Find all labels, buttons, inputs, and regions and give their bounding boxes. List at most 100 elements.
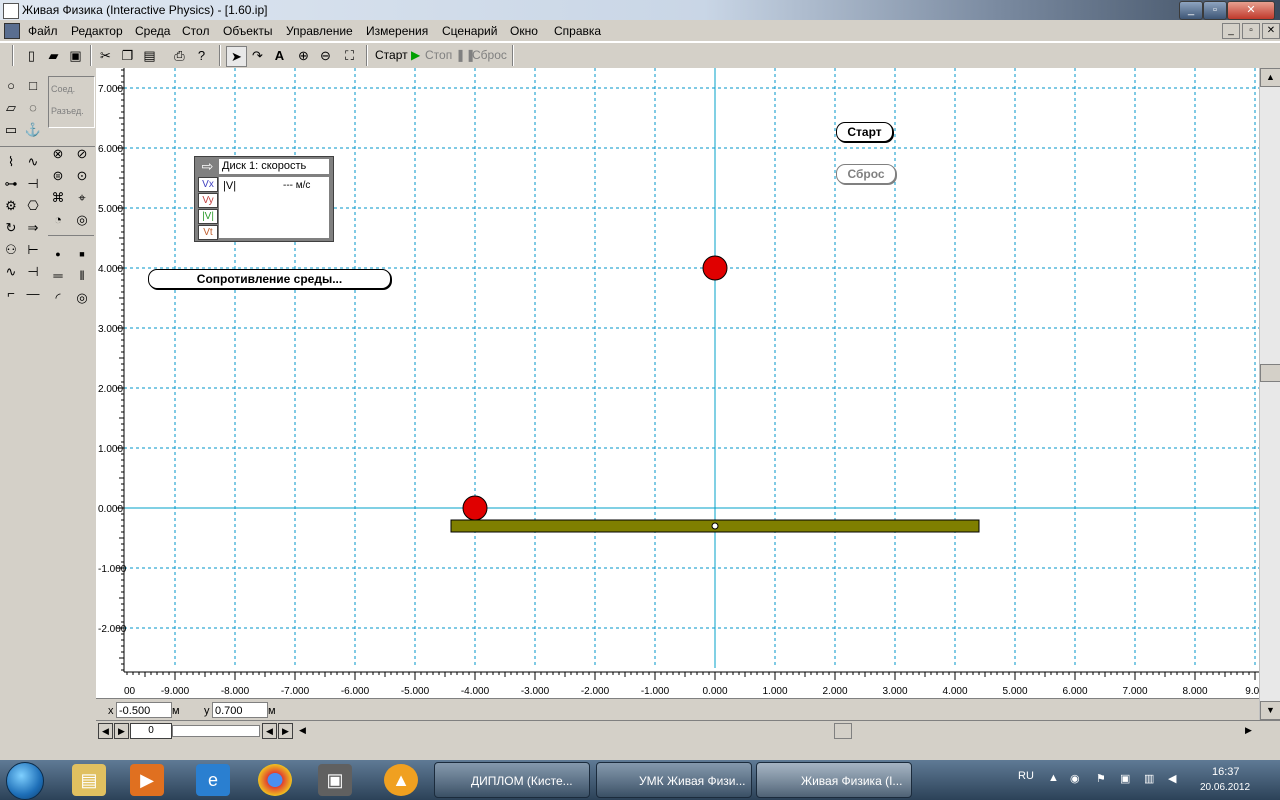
scroll-down-button[interactable]: ▼: [1260, 701, 1280, 720]
polygon-tool-icon[interactable]: ▱: [1, 98, 21, 118]
cut-icon[interactable]: ✂: [96, 46, 115, 65]
vertical-scroll-thumb[interactable]: [1260, 364, 1280, 382]
rigid-joint-tool-icon[interactable]: ⊙: [72, 166, 92, 186]
meter-channel-vx[interactable]: Vx: [198, 177, 218, 192]
frame-counter[interactable]: 0: [130, 723, 172, 739]
step-back-icon[interactable]: ◀: [262, 723, 277, 739]
language-indicator[interactable]: RU: [1018, 770, 1034, 782]
start-run-button[interactable]: Старт ▶: [375, 48, 420, 62]
task-word-document[interactable]: ДИПЛОМ (Кисте...: [434, 762, 590, 798]
actuator-tool-icon[interactable]: ⚇: [1, 240, 21, 260]
vertical-slot-tool-icon[interactable]: ‖: [72, 266, 92, 286]
text-tool-icon[interactable]: A: [270, 46, 289, 65]
separator-tool-icon[interactable]: ⊢: [23, 240, 43, 260]
meter-channel-vy[interactable]: Vy: [198, 193, 218, 208]
canvas-reset-button[interactable]: Сброс: [836, 164, 896, 184]
zoom-in-icon[interactable]: ⊕: [294, 46, 313, 65]
menu-table[interactable]: Стол: [182, 24, 209, 38]
step-forward-icon[interactable]: ▶: [114, 723, 129, 739]
task-umk-physics[interactable]: УМК Живая Физи...: [596, 762, 752, 798]
menu-objects[interactable]: Объекты: [223, 24, 273, 38]
y-coord-field[interactable]: 0.700: [212, 702, 268, 718]
meter-channel-vabs[interactable]: |V|: [198, 209, 218, 224]
rectangle-tool-icon[interactable]: □: [23, 76, 43, 96]
pulley-tool-icon[interactable]: ⊣: [23, 174, 43, 194]
gear-icon[interactable]: ⚙: [1, 196, 21, 216]
target-tool-icon[interactable]: ◎: [72, 210, 92, 230]
chrome-icon[interactable]: [258, 764, 292, 796]
zoom-out-icon[interactable]: ⊖: [316, 46, 335, 65]
pin-element-tool-icon[interactable]: ⊘: [72, 144, 92, 164]
disk-top[interactable]: [702, 255, 728, 281]
clock-time[interactable]: 16:37: [1212, 766, 1240, 778]
rope-tool-icon[interactable]: ⊶: [1, 174, 21, 194]
velocity-meter[interactable]: ⇨ Диск 1: скорость Vx Vy |V| Vt |V| --- …: [194, 156, 334, 242]
curved-body-tool-icon[interactable]: ◌: [23, 98, 43, 118]
reset-run-button[interactable]: Сброс: [472, 48, 507, 62]
line-tool-icon[interactable]: —: [23, 284, 43, 304]
close-button[interactable]: ✕: [1227, 1, 1275, 20]
open-folder-icon[interactable]: ▰: [44, 46, 63, 65]
rewind-icon[interactable]: ◀: [98, 723, 113, 739]
scroll-up-button[interactable]: ▲: [1260, 68, 1280, 87]
horizontal-scroll-thumb[interactable]: [834, 723, 852, 739]
stop-run-button[interactable]: Стоп ❚❚: [425, 48, 476, 62]
slot-tool-icon[interactable]: ⊜: [48, 166, 68, 186]
wave-tool-icon[interactable]: ∿: [1, 262, 21, 282]
tray-flag-icon[interactable]: ⚑: [1096, 772, 1106, 785]
circle-tool-icon[interactable]: ○: [1, 76, 21, 96]
keyed-slot-tool-icon[interactable]: ⌖: [72, 188, 92, 208]
circular-slot-tool-icon[interactable]: ◎: [72, 288, 92, 308]
copy-icon[interactable]: ❐: [118, 46, 137, 65]
meter-channel-vt[interactable]: Vt: [198, 225, 218, 240]
horizontal-slot-tool-icon[interactable]: ═: [48, 266, 68, 286]
force-tool-icon[interactable]: ⇒: [23, 218, 43, 238]
meter-arrow-icon[interactable]: ⇨: [199, 159, 216, 174]
app-icon-orange[interactable]: ▲: [384, 764, 418, 796]
zoom-fit-icon[interactable]: ⛶: [340, 46, 359, 65]
join-button[interactable]: Соед.: [51, 84, 75, 94]
anchor-tool-icon[interactable]: ⚓: [23, 120, 43, 140]
document-icon[interactable]: [4, 23, 20, 39]
fast-forward-icon[interactable]: ▶: [278, 723, 293, 739]
explorer-icon[interactable]: ▤: [72, 764, 106, 796]
curved-slot-arc-icon[interactable]: ◜: [48, 288, 68, 308]
menu-help[interactable]: Справка: [554, 24, 601, 38]
title-bar[interactable]: Живая Физика (Interactive Physics) - [1.…: [0, 0, 1280, 20]
canvas-start-button[interactable]: Старт: [836, 122, 893, 142]
menu-control[interactable]: Управление: [286, 24, 353, 38]
app-icon-dark[interactable]: ▣: [318, 764, 352, 796]
spring-tool-icon[interactable]: ⌇: [1, 152, 21, 172]
rod-tool-icon[interactable]: ⌐: [1, 284, 21, 304]
tray-expand-icon[interactable]: ▲: [1048, 772, 1059, 784]
print-icon[interactable]: ⎙: [170, 46, 189, 65]
task-interactive-physics[interactable]: Живая Физика (I...: [756, 762, 912, 798]
x-coord-field[interactable]: -0.500: [116, 702, 172, 718]
menu-environment[interactable]: Среда: [135, 24, 170, 38]
mdi-close-button[interactable]: ✕: [1262, 23, 1280, 39]
tray-network-icon[interactable]: ▥: [1144, 772, 1154, 785]
mdi-restore-button[interactable]: ▫: [1242, 23, 1260, 39]
playback-slider[interactable]: [172, 725, 260, 737]
disk-bottom[interactable]: [462, 495, 488, 521]
motor-tool-icon[interactable]: ⎔: [23, 196, 43, 216]
maximize-button[interactable]: ▫: [1203, 1, 1227, 20]
mdi-minimize-button[interactable]: _: [1222, 23, 1240, 39]
help-icon[interactable]: ?: [192, 46, 211, 65]
save-icon[interactable]: ▣: [66, 46, 85, 65]
tray-volume-icon[interactable]: ◀: [1168, 772, 1176, 785]
start-button[interactable]: [6, 762, 44, 800]
rotate-tool-icon[interactable]: ↷: [248, 46, 267, 65]
workspace-canvas[interactable]: -9.000 -8.000 -7.000 -6.000 -5.000 -4.000 -3.0…: [96, 68, 1259, 698]
vertical-scrollbar[interactable]: ▲ ▼: [1259, 68, 1280, 720]
curved-slot-tool-icon[interactable]: ⌘: [48, 188, 68, 208]
scroll-left-button[interactable]: ◀: [296, 723, 309, 737]
menu-window[interactable]: Окно: [510, 24, 538, 38]
split-button[interactable]: Разъед.: [51, 106, 84, 116]
paste-icon[interactable]: ▤: [140, 46, 159, 65]
square-point-tool-icon[interactable]: ■: [72, 244, 92, 264]
menu-measure[interactable]: Измерения: [366, 24, 428, 38]
arrow-tool-icon[interactable]: ➤: [226, 46, 247, 67]
damper-spring-tool-icon[interactable]: ∿: [23, 152, 43, 172]
square-tool-icon[interactable]: ▭: [1, 120, 21, 140]
